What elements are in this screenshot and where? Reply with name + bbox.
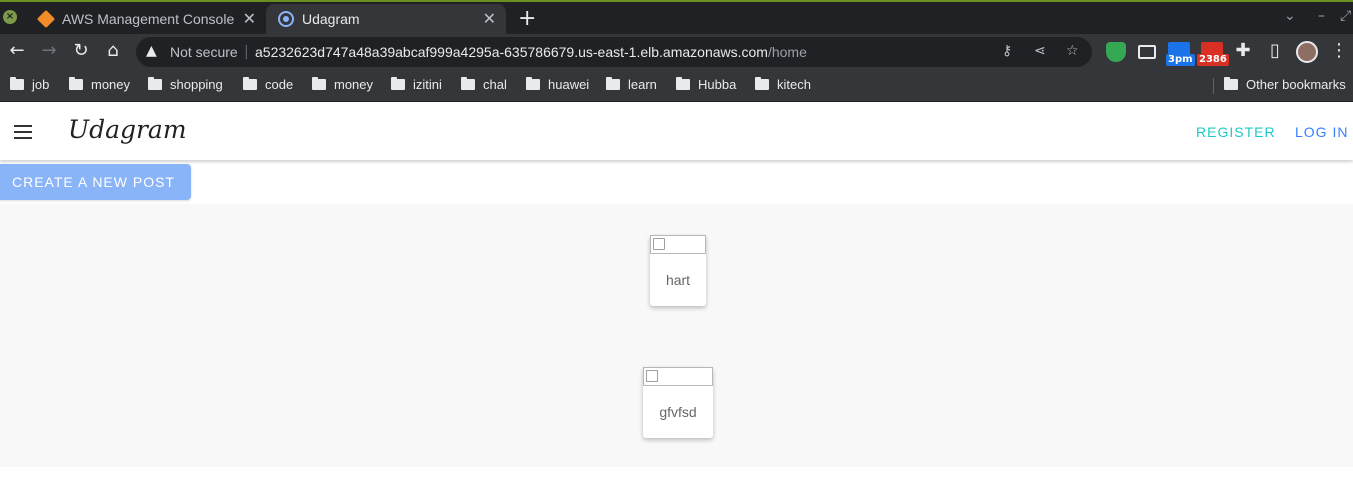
bookmark-label: chal: [483, 77, 507, 92]
calendar-badge: 3pm: [1166, 54, 1195, 66]
folder-icon: [1224, 77, 1238, 90]
new-tab-button[interactable]: +: [518, 6, 536, 31]
bookmark-label: job: [32, 77, 50, 92]
folder-icon: [312, 77, 326, 90]
register-link[interactable]: REGISTER: [1196, 124, 1276, 140]
post-caption: hart: [665, 272, 691, 288]
tab-title: AWS Management Console: [62, 11, 235, 27]
aws-cube-icon: [36, 9, 56, 29]
folder-icon: [526, 77, 540, 90]
bookmark-folder[interactable]: chal: [461, 77, 507, 95]
other-bookmarks[interactable]: Other bookmarks: [1224, 77, 1346, 95]
back-icon[interactable]: ←: [5, 40, 29, 61]
share-icon[interactable]: ⋖: [1034, 43, 1046, 59]
tab-close-icon[interactable]: ✕: [483, 9, 496, 29]
bookmark-label: money: [334, 77, 374, 92]
create-post-button[interactable]: CREATE A NEW POST: [0, 164, 191, 200]
tab-close-icon[interactable]: ✕: [243, 9, 256, 29]
post-caption: gfvfsd: [659, 404, 697, 420]
post-card[interactable]: hart: [650, 235, 706, 306]
login-link[interactable]: LOG IN: [1295, 124, 1348, 140]
bookmark-label: shopping: [170, 77, 223, 92]
bookmarks-divider: [1213, 78, 1214, 94]
tab-search-icon[interactable]: ⌄: [1284, 8, 1296, 24]
bookmark-label: code: [265, 77, 294, 92]
profile-avatar[interactable]: [1296, 41, 1318, 63]
picture-in-picture-icon[interactable]: [1138, 45, 1156, 59]
brand-logo[interactable]: Udagram: [68, 115, 187, 144]
folder-icon: [461, 77, 475, 90]
broken-image-icon: [643, 367, 713, 386]
bookmark-folder[interactable]: Hubba: [676, 77, 736, 95]
url-host: a5232623d747a48a39abcaf999a4295a-6357866…: [255, 44, 768, 60]
bookmark-label: money: [91, 77, 131, 92]
bookmark-label: learn: [628, 77, 657, 92]
bookmark-folder[interactable]: money: [312, 77, 373, 95]
bookmark-folder[interactable]: izitini: [391, 77, 442, 95]
url-text[interactable]: a5232623d747a48a39abcaf999a4295a-6357866…: [255, 44, 807, 60]
warning-icon[interactable]: ▲: [146, 43, 157, 59]
tab-udagram[interactable]: Udagram ✕: [266, 4, 506, 36]
udagram-favicon: [278, 11, 294, 27]
folder-icon: [148, 77, 162, 90]
home-icon[interactable]: ⌂: [101, 40, 125, 61]
bookmark-folder[interactable]: code: [243, 77, 293, 95]
app-header: Udagram REGISTER LOG IN: [0, 103, 1353, 160]
restore-icon[interactable]: ⤢: [1340, 8, 1351, 24]
broken-image-icon: [650, 235, 706, 254]
post-card[interactable]: gfvfsd: [643, 367, 713, 438]
bookmark-label: Hubba: [698, 77, 737, 92]
side-panel-icon[interactable]: ▯: [1263, 40, 1287, 61]
folder-icon: [606, 77, 620, 90]
bookmark-label: Other bookmarks: [1246, 77, 1346, 92]
bookmark-folder[interactable]: job: [10, 77, 49, 95]
security-label[interactable]: Not secure: [170, 44, 238, 60]
folder-icon: [243, 77, 257, 90]
bookmark-folder[interactable]: learn: [606, 77, 657, 95]
shield-extension-icon[interactable]: [1106, 42, 1126, 62]
bookmark-label: huawei: [548, 77, 590, 92]
address-bar[interactable]: ▲ Not secure | a5232623d747a48a39abcaf99…: [136, 37, 1092, 67]
page-content: Udagram REGISTER LOG IN CREATE A NEW POS…: [0, 103, 1353, 482]
window-close-icon[interactable]: ×: [3, 10, 17, 24]
tab-aws-console[interactable]: AWS Management Console ✕: [26, 4, 266, 36]
forward-icon[interactable]: →: [37, 40, 61, 61]
folder-icon: [755, 77, 769, 90]
bookmarks-bar: job money shopping code money izitini ch…: [0, 70, 1353, 102]
address-separator: |: [244, 44, 249, 60]
mail-badge: 2386: [1197, 54, 1229, 66]
reload-icon[interactable]: ↻: [69, 40, 93, 61]
bookmark-folder[interactable]: kitech: [755, 77, 811, 95]
key-icon[interactable]: ⚷: [1002, 43, 1012, 59]
folder-icon: [676, 77, 690, 90]
bookmark-star-icon[interactable]: ☆: [1066, 43, 1079, 59]
browser-menu-icon[interactable]: ⋮: [1327, 40, 1351, 61]
bookmark-label: izitini: [413, 77, 442, 92]
url-path: /home: [767, 44, 807, 60]
extensions-puzzle-icon[interactable]: ✚: [1231, 40, 1255, 61]
post-feed: hart gfvfsd: [0, 204, 1353, 467]
minimize-icon[interactable]: –: [1318, 8, 1325, 24]
bookmark-label: kitech: [777, 77, 811, 92]
tab-title: Udagram: [302, 11, 360, 27]
bookmark-folder[interactable]: money: [69, 77, 130, 95]
bookmark-folder[interactable]: shopping: [148, 77, 223, 95]
tab-strip: × AWS Management Console ✕ Udagram ✕ + ⌄…: [0, 0, 1353, 36]
folder-icon: [10, 77, 24, 90]
folder-icon: [391, 77, 405, 90]
folder-icon: [69, 77, 83, 90]
browser-toolbar: ← → ↻ ⌂ ▲ Not secure | a5232623d747a48a3…: [0, 34, 1353, 70]
hamburger-menu-icon[interactable]: [14, 125, 32, 139]
bookmark-folder[interactable]: huawei: [526, 77, 589, 95]
